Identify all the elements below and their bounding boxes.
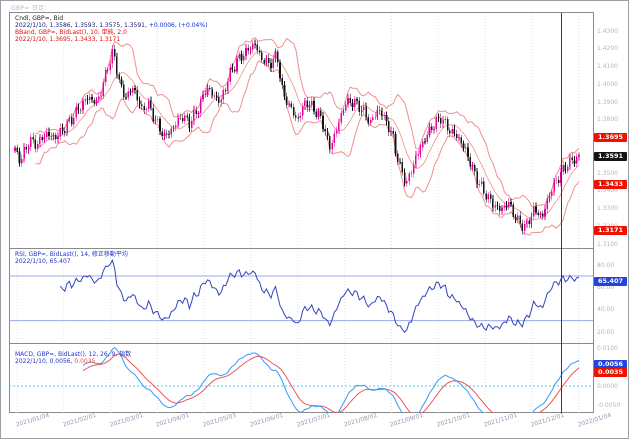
crosshair-vline[interactable] xyxy=(561,13,562,413)
rsi-legend-value: 2022/1/10, 65.407 xyxy=(15,258,128,265)
date-axis-label: 2021/07/01 xyxy=(296,412,331,429)
date-axis-label: 2021/04/01 xyxy=(155,412,190,429)
price-legend-change: +0.0006, (+0.04%) xyxy=(147,22,208,29)
macd-legend-title: MACD, GBP=, BidLast(), 12, 26, 9, 指数 xyxy=(15,351,131,358)
bband-legend-values: 2022/1/10, 1.3695, 1.3433, 1.3171 xyxy=(15,36,207,43)
date-axis-label: 2021/05/03 xyxy=(202,412,237,429)
axis-label: 0.0100 xyxy=(597,345,618,352)
axis-label: 1.4200 xyxy=(597,45,618,52)
axis-label: 40.00 xyxy=(597,306,614,313)
date-axis-label: 2021/01/04 xyxy=(15,412,50,429)
macd-legend-signal-value: 0.0035 xyxy=(72,358,95,365)
candles xyxy=(14,40,580,236)
bband-legend-title: BBand, GBP=, BidLast(), 10, 単純, 2.0 xyxy=(15,29,207,36)
axis-label: 1.3900 xyxy=(597,99,618,106)
chart-tab-label[interactable]: GBP= 日足: xyxy=(11,3,47,12)
axis-label: 1.3800 xyxy=(597,116,618,123)
chart-window: GBP= 日足: Cndl, GBP=, Bid 2022/1/10, 1.35… xyxy=(0,0,629,439)
axis-label: 1.3500 xyxy=(597,170,618,177)
panel-divider-rsi[interactable] xyxy=(9,248,594,249)
date-axis-label: 2021/06/01 xyxy=(249,412,284,429)
axis-label: -0.0050 xyxy=(597,402,620,409)
macd-signal-marker[interactable]: 0.0035 xyxy=(594,368,627,377)
date-axis-label: 2021/02/01 xyxy=(62,412,97,429)
rsi-value-marker[interactable]: 65.407 xyxy=(594,277,627,286)
axis-label: 0.0000 xyxy=(597,383,618,390)
price-legend: Cndl, GBP=, Bid 2022/1/10, 1.3586, 1.359… xyxy=(15,15,207,43)
rsi-legend-title: RSI, GBP=, BidLast(), 14, 修正移動平均 xyxy=(15,251,128,258)
date-axis-label: 2021/09/01 xyxy=(389,412,424,429)
price-chart-canvas[interactable] xyxy=(9,13,593,248)
date-axis-label: 2021/08/02 xyxy=(343,412,378,429)
macd-legend-values: 2022/1/10, 0.0056, 0.0035 xyxy=(15,358,131,365)
date-axis-label: 2022/01/04 xyxy=(577,412,612,429)
axis-label: 1.4100 xyxy=(597,63,618,70)
axis-label: 1.4000 xyxy=(597,81,618,88)
date-axis-label: 2021/12/01 xyxy=(530,412,565,429)
current-price-marker[interactable]: 1.3591 xyxy=(594,152,627,161)
axis-label: 1.3300 xyxy=(597,205,618,212)
price-legend-ohlc: 2022/1/10, 1.3586, 1.3593, 1.3575, 1.359… xyxy=(15,22,207,29)
macd-legend-macd-value: 2022/1/10, 0.0056, xyxy=(15,358,72,365)
macd-legend: MACD, GBP=, BidLast(), 12, 26, 9, 指数 202… xyxy=(15,351,131,365)
axis-label: 80.00 xyxy=(597,262,614,269)
bband-mid-marker[interactable]: 1.3433 xyxy=(594,180,627,189)
date-axis-label: 2021/10/01 xyxy=(436,412,471,429)
axis-label: 20.00 xyxy=(597,329,614,336)
price-legend-ohlc-values: 2022/1/10, 1.3586, 1.3593, 1.3575, 1.359… xyxy=(15,22,147,29)
rsi-legend: RSI, GBP=, BidLast(), 14, 修正移動平均 2022/1/… xyxy=(15,251,128,265)
bband-lower-marker[interactable]: 1.3171 xyxy=(594,226,627,235)
axis-label: 1.3100 xyxy=(597,241,618,248)
bband-upper-marker[interactable]: 1.3695 xyxy=(594,133,627,142)
date-axis-label: 2021/03/01 xyxy=(109,412,144,429)
date-axis-label: 2021/11/01 xyxy=(483,412,518,429)
panel-divider-macd[interactable] xyxy=(9,343,594,344)
axis-label: 1.4300 xyxy=(597,28,618,35)
price-legend-title: Cndl, GBP=, Bid xyxy=(15,15,207,22)
